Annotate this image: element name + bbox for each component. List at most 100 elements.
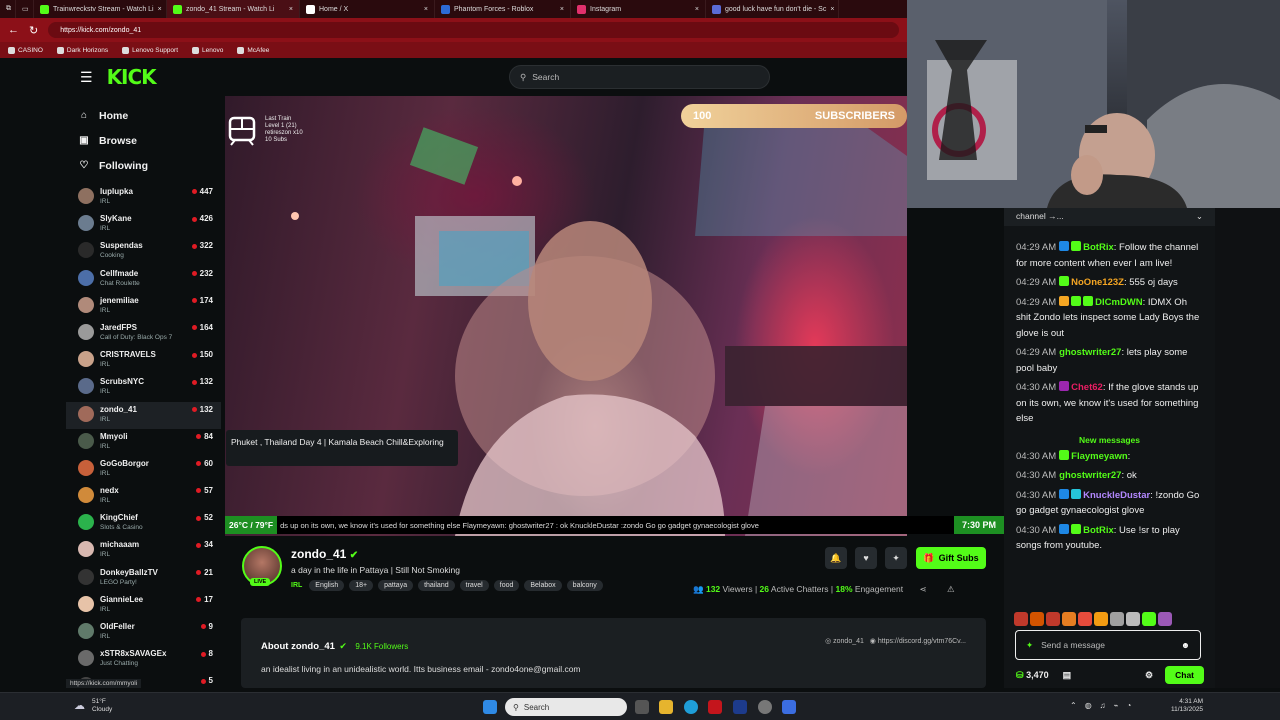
emote-icon[interactable] bbox=[1078, 612, 1092, 626]
lenovo-icon[interactable] bbox=[733, 700, 747, 714]
browser-tab[interactable]: zondo_41 Stream - Watch Li × bbox=[167, 0, 300, 18]
sidebar-channel[interactable]: SlyKane IRL 426 bbox=[66, 211, 221, 238]
sidebar-nav-following[interactable]: ♡ Following bbox=[66, 153, 221, 178]
channel-points[interactable]: 3,470 bbox=[1026, 670, 1049, 680]
sidebar-channel[interactable]: xSTR8xSAVAGEx Just Chatting 8 bbox=[66, 646, 221, 673]
file-explorer-icon[interactable] bbox=[659, 700, 673, 714]
back-icon[interactable]: ← bbox=[8, 24, 19, 36]
sidebar-channel[interactable]: luplupka IRL 447 bbox=[66, 184, 221, 211]
tag-pill[interactable]: English bbox=[309, 580, 345, 591]
notification-bell-icon[interactable]: 🔔 bbox=[825, 547, 847, 569]
taskbar-search[interactable]: ⚲ Search bbox=[505, 698, 627, 716]
message-username[interactable]: BotRix bbox=[1083, 242, 1114, 253]
weather-widget[interactable]: 51°F Cloudy bbox=[92, 698, 112, 714]
sidebar-channel[interactable]: nedx IRL 57 bbox=[66, 483, 221, 510]
emote-icon[interactable] bbox=[1126, 612, 1140, 626]
tag-pill[interactable]: balcony bbox=[566, 580, 603, 591]
message-username[interactable]: Flaymeyawn bbox=[1071, 451, 1128, 462]
tag-pill[interactable]: 18+ bbox=[349, 580, 374, 591]
chat-input[interactable]: ✦ Send a message ☻ bbox=[1015, 630, 1201, 660]
send-chat-button[interactable]: Chat bbox=[1165, 666, 1204, 684]
bookmark-item[interactable]: Lenovo Support bbox=[122, 46, 178, 54]
youtube-icon[interactable] bbox=[708, 700, 722, 714]
emote-icon[interactable] bbox=[1030, 612, 1044, 626]
sidebar-channel[interactable]: Cellfmade Chat Roulette 232 bbox=[66, 266, 221, 293]
sidebar-channel[interactable]: KingChief Slots & Casino 52 bbox=[66, 510, 221, 537]
sidebar-channel[interactable]: CRISTRAVELS IRL 150 bbox=[66, 347, 221, 374]
system-tray[interactable]: ⌃◍♫⌁◔ bbox=[1070, 701, 1139, 710]
app-icon[interactable] bbox=[782, 700, 796, 714]
emote-icon[interactable] bbox=[1014, 612, 1028, 626]
new-messages-divider[interactable]: New messages bbox=[1004, 435, 1215, 445]
sidebar-channel[interactable]: JaredFPS Call of Duty: Black Ops 7 164 bbox=[66, 320, 221, 347]
refresh-icon[interactable]: ↻ bbox=[29, 24, 38, 37]
browser-tab[interactable]: good luck have fun don't die - Sc × bbox=[706, 0, 839, 18]
message-username[interactable]: KnuckleDustar bbox=[1083, 490, 1150, 501]
menu-icon[interactable]: ☰ bbox=[80, 69, 93, 86]
settings-icon[interactable]: ⚙ bbox=[1145, 670, 1153, 681]
browser-tab[interactable]: Instagram × bbox=[571, 0, 706, 18]
kick-logo[interactable]: KICK bbox=[107, 65, 157, 89]
emote-icon[interactable] bbox=[1158, 612, 1172, 626]
message-username[interactable]: Chet62 bbox=[1071, 382, 1103, 393]
message-username[interactable]: NoOne123Z bbox=[1071, 277, 1124, 288]
tab-close-icon[interactable]: × bbox=[158, 6, 162, 13]
bookmark-item[interactable]: Dark Horizons bbox=[56, 46, 108, 54]
url-input[interactable]: https://kick.com/zondo_41 bbox=[48, 22, 899, 38]
chrome-icon[interactable] bbox=[758, 700, 772, 714]
tag-pill[interactable]: thailand bbox=[418, 580, 455, 591]
sidebar-channel[interactable]: michaaam IRL 34 bbox=[66, 537, 221, 564]
clip-icon[interactable]: ✦ bbox=[885, 547, 907, 569]
tab-actions-icon[interactable]: ⧉ bbox=[0, 0, 16, 18]
streamer-name[interactable]: zondo_41 ✔ bbox=[291, 547, 358, 561]
tag-pill[interactable]: Belabox bbox=[524, 580, 562, 591]
bookmark-item[interactable]: CASINO bbox=[8, 46, 43, 54]
message-username[interactable]: ghostwriter27 bbox=[1059, 470, 1121, 481]
video-player[interactable]: Last Train Level 1 (21) retireszon x10 1… bbox=[225, 96, 907, 536]
sidebar-channel[interactable]: Mmyoli IRL 84 bbox=[66, 429, 221, 456]
edge-icon[interactable] bbox=[684, 700, 698, 714]
emote-icon[interactable] bbox=[1110, 612, 1124, 626]
sidebar-channel[interactable]: OldFeller IRL 9 bbox=[66, 619, 221, 646]
search-input[interactable]: ⚲ Search bbox=[509, 65, 770, 89]
emoji-icon[interactable]: ☻ bbox=[1181, 640, 1190, 650]
sidebar-channel[interactable]: zondo_41 IRL 132 bbox=[66, 401, 221, 429]
sidebar-nav-home[interactable]: ⌂ Home bbox=[66, 103, 221, 128]
task-view-icon[interactable] bbox=[635, 700, 649, 714]
store-icon[interactable]: ▤ bbox=[1063, 670, 1072, 681]
sidebar-channel[interactable]: GoGoBorgor IRL 60 bbox=[66, 456, 221, 483]
emote-icon[interactable] bbox=[1094, 612, 1108, 626]
tag-pill[interactable]: food bbox=[493, 580, 520, 591]
emote-icon[interactable] bbox=[1062, 612, 1076, 626]
sidebar-channel[interactable]: GiannieLee IRL 17 bbox=[66, 592, 221, 619]
emote-icon[interactable] bbox=[1046, 612, 1060, 626]
browser-tab[interactable]: Home / X × bbox=[300, 0, 435, 18]
chevron-down-icon[interactable]: ⌄ bbox=[1196, 211, 1203, 222]
bookmark-item[interactable]: McAfee bbox=[237, 46, 269, 54]
tab-close-icon[interactable]: × bbox=[560, 6, 564, 13]
tab-close-icon[interactable]: × bbox=[695, 6, 699, 13]
browser-tab[interactable]: Phantom Forces - Roblox × bbox=[435, 0, 571, 18]
start-icon[interactable] bbox=[483, 700, 497, 714]
tag-pill[interactable]: pattaya bbox=[378, 580, 414, 591]
sidebar-channel[interactable]: Suspendas Cooking 322 bbox=[66, 238, 221, 265]
sidebar-nav-browse[interactable]: ▣ Browse bbox=[66, 128, 221, 153]
tag-pill[interactable]: travel bbox=[459, 580, 489, 591]
bookmark-item[interactable]: Lenovo bbox=[192, 46, 223, 54]
message-username[interactable]: DICmDWN bbox=[1095, 297, 1143, 308]
sidebar-channel[interactable]: ScrubsNYC IRL 132 bbox=[66, 374, 221, 401]
tab-close-icon[interactable]: × bbox=[830, 6, 834, 13]
discord-link[interactable]: https://discord.gg/vtm76Cv... bbox=[878, 638, 966, 645]
pinned-message[interactable]: channel →... ⌄ bbox=[1004, 208, 1215, 226]
follow-heart-icon[interactable]: ♥ bbox=[855, 547, 877, 569]
instagram-link[interactable]: zondo_41 bbox=[833, 638, 864, 645]
emote-icon[interactable] bbox=[1142, 612, 1156, 626]
tab-close-icon[interactable]: × bbox=[289, 6, 293, 13]
share-icon[interactable]: ⋖ bbox=[919, 584, 926, 594]
gift-subs-button[interactable]: 🎁 Gift Subs bbox=[916, 547, 986, 569]
taskbar-clock[interactable]: 4:31 AM 11/13/2025 bbox=[1171, 698, 1203, 714]
vertical-tabs-icon[interactable]: ▭ bbox=[16, 0, 34, 18]
sidebar-channel[interactable]: jenemiliae IRL 174 bbox=[66, 293, 221, 320]
report-icon[interactable]: ⚠ bbox=[947, 584, 955, 594]
message-username[interactable]: ghostwriter27 bbox=[1059, 347, 1121, 358]
